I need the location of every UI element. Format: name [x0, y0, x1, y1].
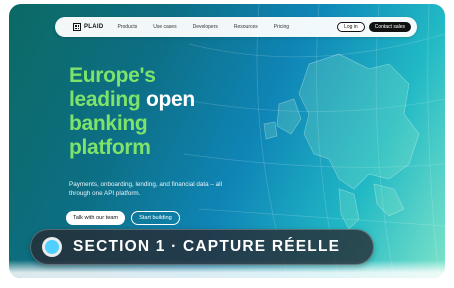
headline-word-leading: leading	[69, 88, 141, 111]
hero-cta-row: Talk with our team Start building	[66, 211, 180, 225]
top-nav-bar: PLAID Products Use cases Developers Reso…	[55, 17, 417, 37]
nav-link-pricing[interactable]: Pricing	[274, 24, 289, 30]
status-dot-icon	[45, 240, 59, 254]
plaid-logo-icon	[73, 23, 81, 31]
contact-sales-button[interactable]: Contact sales	[368, 22, 411, 32]
headline-line-4: platform	[69, 136, 151, 159]
headline-word-open: open	[145, 88, 195, 111]
nav-link-developers[interactable]: Developers	[193, 24, 218, 30]
talk-with-team-button[interactable]: Talk with our team	[66, 211, 126, 225]
nav-link-resources[interactable]: Resources	[234, 24, 258, 30]
nav-link-products[interactable]: Products	[118, 24, 138, 30]
nav-link-use-cases[interactable]: Use cases	[153, 24, 176, 30]
start-building-button[interactable]: Start building	[131, 211, 180, 225]
login-button[interactable]: Log in	[337, 22, 365, 32]
hero-subtext: Payments, onboarding, lending, and finan…	[69, 181, 222, 197]
section-overlay-badge: SECTION 1 · CAPTURE RÉELLE	[30, 229, 374, 265]
plaid-logo[interactable]: PLAID	[73, 23, 104, 31]
section-label: SECTION 1 · CAPTURE RÉELLE	[73, 238, 341, 255]
headline-line-1: Europe's	[69, 64, 156, 87]
hero-headline: Europe's leading open banking platform	[69, 64, 195, 160]
headline-line-3: banking	[69, 112, 148, 135]
headline-line-2: leading open	[69, 88, 195, 112]
